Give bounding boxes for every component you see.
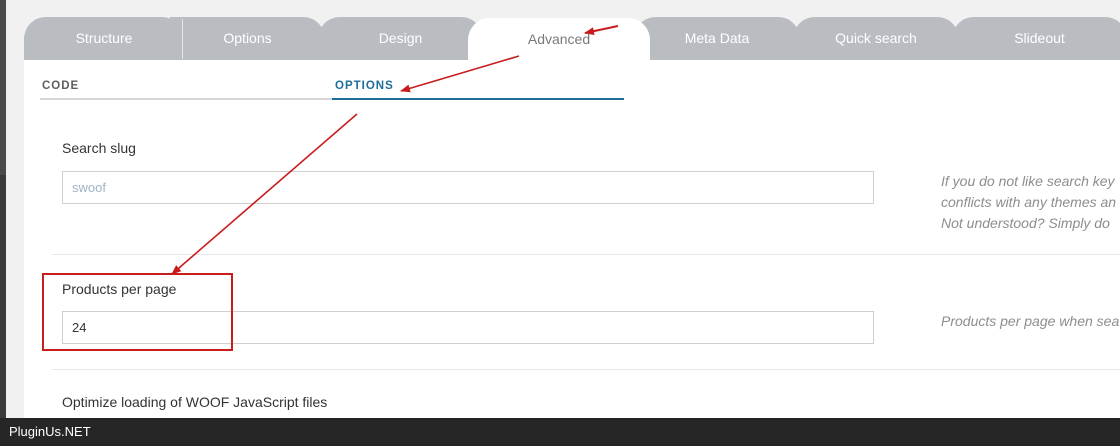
annotation-arrow	[400, 55, 520, 93]
annotation-arrow	[171, 113, 358, 275]
footer-brand: PluginUs.NET	[9, 424, 91, 439]
footer-bar: PluginUs.NET	[0, 418, 1120, 446]
annotation-arrows	[171, 25, 619, 275]
annotation-arrow	[584, 25, 619, 36]
